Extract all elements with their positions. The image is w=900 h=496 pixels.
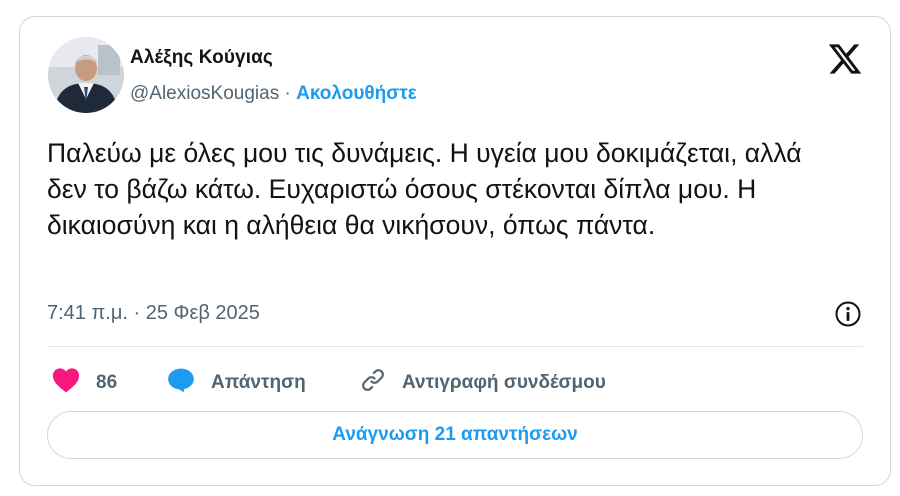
reply-bubble-icon (167, 367, 195, 398)
author-name[interactable]: Αλέξης Κούγιας (130, 47, 273, 69)
read-replies-label: Ανάγνωση 21 απαντήσεων (332, 424, 578, 445)
tweet-card: Αλέξης Κούγιας @AlexiosKougias · Ακολουθ… (19, 16, 891, 486)
separator-dot: · (284, 83, 291, 104)
reply-button[interactable]: Απάντηση (167, 367, 306, 398)
read-replies-button[interactable]: Ανάγνωση 21 απαντήσεων (47, 411, 863, 459)
tweet-timestamp[interactable]: 7:41 π.μ. · 25 Φεβ 2025 (47, 302, 260, 325)
reply-label: Απάντηση (211, 371, 306, 393)
tweet-text: Παλεύω με όλες μου τις δυνάμεις. Η υγεία… (47, 138, 802, 240)
link-icon (360, 367, 386, 398)
x-logo-icon[interactable] (826, 41, 864, 77)
heart-icon (52, 367, 80, 398)
divider (47, 346, 863, 347)
copy-link-button[interactable]: Αντιγραφή συνδέσμου (360, 367, 606, 398)
follow-button[interactable]: Ακολουθήστε (296, 83, 417, 104)
like-count: 86 (96, 371, 118, 393)
author-meta: @AlexiosKougias · Ακολουθήστε (130, 83, 417, 105)
like-button[interactable]: 86 (52, 367, 117, 398)
avatar[interactable] (48, 37, 124, 113)
copy-link-label: Αντιγραφή συνδέσμου (402, 371, 606, 393)
author-handle[interactable]: @AlexiosKougias (130, 83, 279, 104)
info-icon[interactable] (834, 300, 862, 328)
